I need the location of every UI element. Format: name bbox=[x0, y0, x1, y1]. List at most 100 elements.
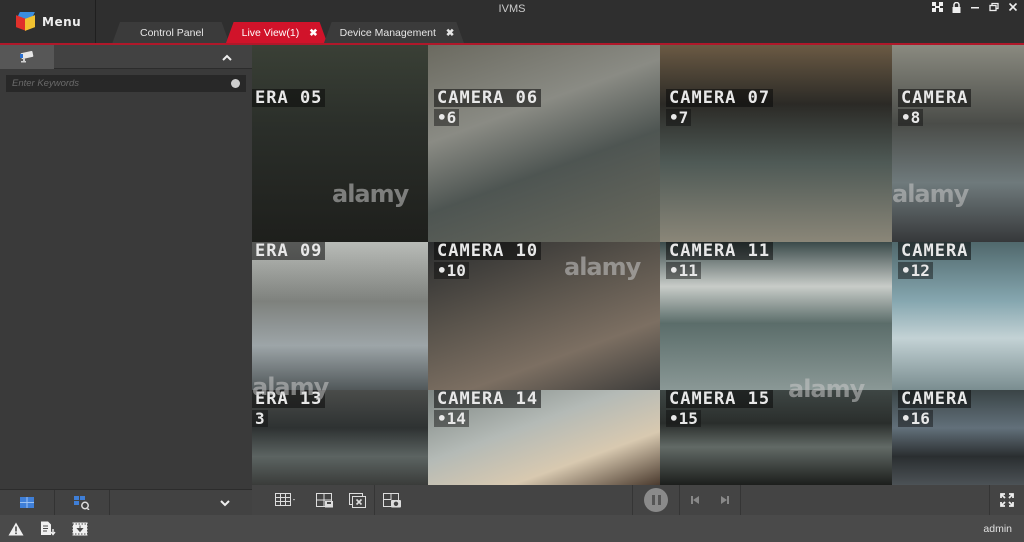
tab-label: Live View(1) bbox=[241, 27, 300, 39]
live-view-area[interactable]: ERA 05 CAMERA 06 •6 CAMERA 07 •7 CAMERA •8 ERA … bbox=[252, 45, 1024, 485]
camera-tile[interactable]: CAMERA 07 •7 bbox=[660, 45, 892, 242]
tab-label: Device Management bbox=[339, 27, 436, 39]
sidebar-header bbox=[0, 44, 252, 69]
download-button[interactable] bbox=[64, 515, 96, 542]
save-view-icon bbox=[316, 492, 333, 507]
tab-close-icon[interactable]: ✖ bbox=[309, 28, 317, 39]
window-controls bbox=[932, 1, 1018, 17]
pause-button[interactable] bbox=[633, 485, 679, 515]
close-all-button[interactable] bbox=[342, 485, 374, 515]
watermark: alamy bbox=[332, 180, 409, 208]
camera-number: 3 bbox=[252, 410, 268, 427]
skip-previous-icon bbox=[691, 496, 699, 504]
app-title: IVMS bbox=[498, 3, 526, 15]
camera-tile[interactable]: CAMERA •8 bbox=[892, 45, 1024, 242]
fullscreen-icon bbox=[1000, 493, 1014, 507]
view-grid-button[interactable] bbox=[0, 489, 55, 516]
capture-icon bbox=[383, 492, 401, 507]
camera-number: •11 bbox=[666, 262, 701, 279]
watermark: alamy bbox=[252, 373, 329, 401]
tab-control-panel[interactable]: Control Panel bbox=[112, 22, 230, 44]
toolbar-divider bbox=[740, 485, 741, 515]
camera-tile[interactable]: ERA 09 bbox=[252, 242, 428, 390]
fullscreen-button[interactable] bbox=[990, 485, 1024, 515]
lock-icon[interactable] bbox=[952, 1, 961, 17]
video-toolbar bbox=[252, 485, 1024, 515]
camera-tile[interactable]: ERA 05 bbox=[252, 45, 428, 242]
watermark: alamy bbox=[788, 375, 865, 403]
chevron-down-icon bbox=[220, 499, 230, 506]
camera-number: •6 bbox=[434, 109, 460, 126]
camera-tile[interactable]: CAMERA 11 •11 bbox=[660, 242, 892, 390]
camera-tile[interactable]: CAMERA •16 bbox=[892, 390, 1024, 485]
title-bar: Menu IVMS Control Panel Live View(1) ✖ D… bbox=[0, 0, 1024, 44]
camera-number: •7 bbox=[666, 109, 692, 126]
view-refresh-button[interactable] bbox=[55, 489, 110, 516]
pause-icon bbox=[644, 488, 668, 512]
search-clear-icon[interactable] bbox=[231, 79, 240, 88]
capture-all-button[interactable] bbox=[375, 485, 409, 515]
sidebar-footer bbox=[0, 489, 252, 516]
chevron-up-icon bbox=[222, 54, 232, 61]
menu-button[interactable]: Menu bbox=[0, 0, 96, 44]
status-bar: admin bbox=[0, 515, 1024, 542]
tab-bar: Control Panel Live View(1) ✖ Device Mana… bbox=[112, 22, 460, 44]
sidebar bbox=[0, 44, 252, 516]
search-box bbox=[6, 75, 246, 92]
next-button[interactable] bbox=[710, 485, 740, 515]
minimize-icon[interactable] bbox=[970, 2, 980, 16]
camera-tile[interactable]: CAMERA 06 •6 bbox=[428, 45, 660, 242]
tab-device-management[interactable]: Device Management ✖ bbox=[324, 22, 465, 44]
menu-label: Menu bbox=[42, 15, 82, 29]
tab-live-view[interactable]: Live View(1) ✖ bbox=[226, 22, 328, 44]
collapse-button[interactable] bbox=[202, 50, 252, 64]
skip-next-icon bbox=[721, 496, 729, 504]
camera-number: •16 bbox=[898, 410, 933, 427]
warning-icon bbox=[8, 522, 24, 535]
layout-select-button[interactable] bbox=[264, 485, 308, 515]
camera-label: CAMERA 11 bbox=[666, 242, 774, 260]
camera-tile[interactable]: ERA 13 3 bbox=[252, 390, 428, 485]
camera-list-tab[interactable] bbox=[0, 44, 54, 69]
previous-button[interactable] bbox=[680, 485, 710, 515]
tab-label: Control Panel bbox=[140, 27, 204, 39]
camera-number: •15 bbox=[666, 410, 701, 427]
save-view-button[interactable] bbox=[308, 485, 342, 515]
camera-icon bbox=[20, 50, 34, 62]
layout-icon[interactable] bbox=[932, 2, 943, 16]
search-input[interactable] bbox=[12, 78, 231, 89]
camera-tile[interactable]: CAMERA 15 •15 bbox=[660, 390, 892, 485]
camera-label: CAMERA 10 bbox=[434, 242, 542, 260]
video-download-icon bbox=[72, 522, 88, 535]
document-download-icon bbox=[41, 521, 56, 536]
grid-refresh-icon bbox=[74, 495, 90, 510]
alarm-button[interactable] bbox=[0, 515, 32, 542]
tab-close-icon[interactable]: ✖ bbox=[446, 28, 454, 39]
camera-tile[interactable]: CAMERA 14 •14 bbox=[428, 390, 660, 485]
window-layout-icon bbox=[275, 493, 295, 506]
camera-label: CAMERA bbox=[898, 242, 972, 260]
watermark: alamy bbox=[892, 180, 969, 208]
restore-icon[interactable] bbox=[989, 2, 999, 16]
camera-number: •12 bbox=[898, 262, 933, 279]
watermark: alamy bbox=[564, 253, 641, 281]
log-button[interactable] bbox=[32, 515, 64, 542]
camera-label: CAMERA 15 bbox=[666, 390, 774, 408]
camera-label: CAMERA bbox=[898, 89, 972, 107]
camera-label: CAMERA bbox=[898, 390, 972, 408]
camera-number: •14 bbox=[434, 410, 469, 427]
camera-label: CAMERA 14 bbox=[434, 390, 542, 408]
expand-button[interactable] bbox=[198, 496, 252, 510]
camera-label: ERA 09 bbox=[252, 242, 326, 260]
camera-number: •10 bbox=[434, 262, 469, 279]
camera-tile[interactable]: CAMERA •12 bbox=[892, 242, 1024, 390]
grid-view-icon bbox=[20, 497, 34, 508]
current-user[interactable]: admin bbox=[983, 523, 1012, 535]
camera-label: CAMERA 07 bbox=[666, 89, 774, 107]
app-logo-icon bbox=[14, 11, 36, 33]
camera-label: CAMERA 06 bbox=[434, 89, 542, 107]
close-all-icon bbox=[349, 492, 366, 508]
camera-number: •8 bbox=[898, 109, 924, 126]
close-icon[interactable] bbox=[1008, 2, 1018, 16]
camera-label: ERA 05 bbox=[252, 89, 326, 107]
